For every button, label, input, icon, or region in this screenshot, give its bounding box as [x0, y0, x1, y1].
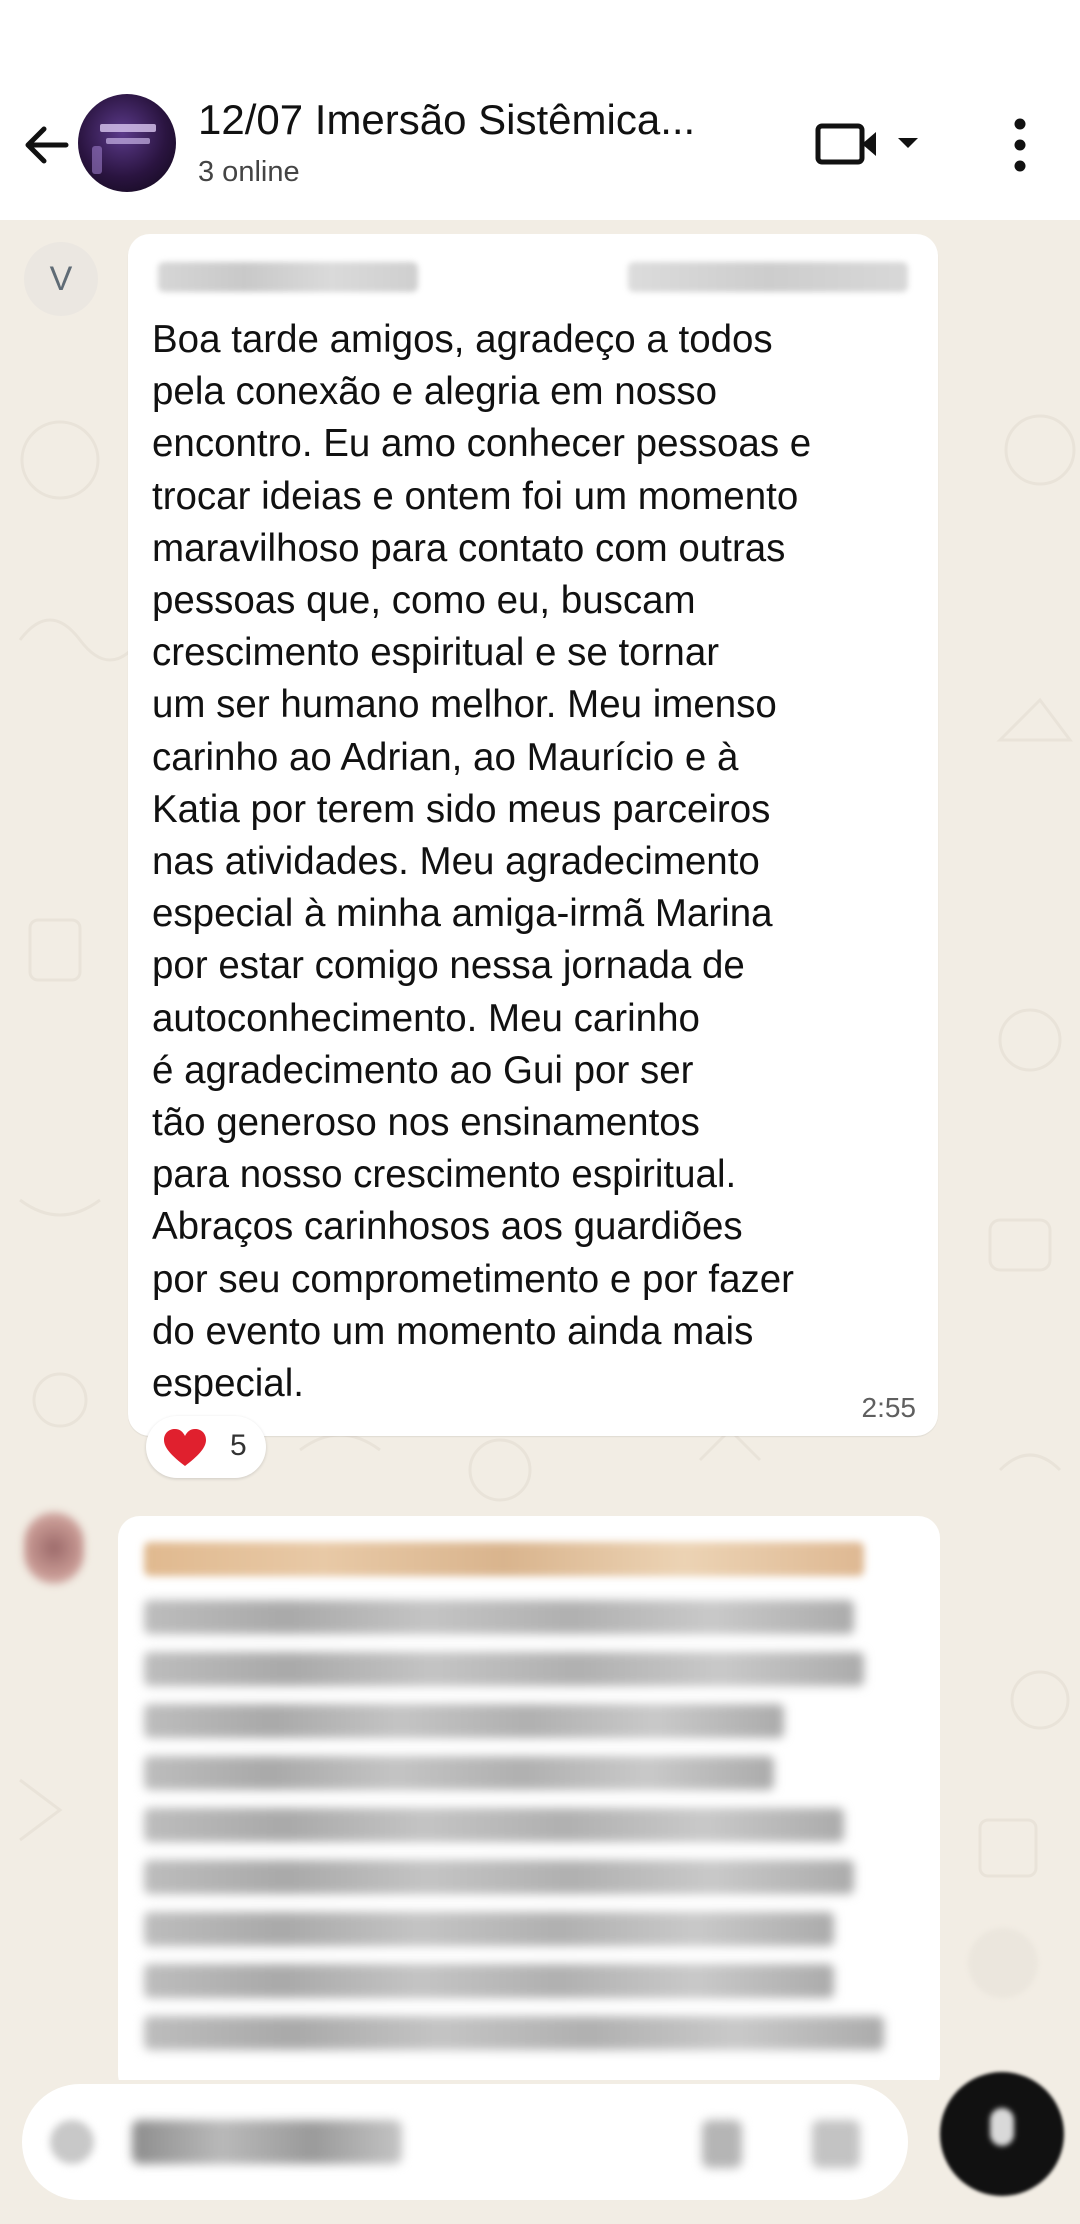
chat-area[interactable]: V Boa tarde amigos, agradeço a todos pel…	[0, 220, 1080, 2080]
message-text: Boa tarde amigos, agradeço a todos pela …	[152, 318, 812, 1406]
message-bubble-redacted[interactable]	[118, 1516, 940, 2080]
camera-icon[interactable]	[812, 2120, 860, 2168]
redacted-sender-name	[144, 1542, 864, 1576]
microphone-icon	[990, 2108, 1014, 2146]
online-status: 3 online	[198, 156, 300, 188]
more-options-button[interactable]	[1000, 112, 1040, 178]
input-placeholder-redacted	[132, 2120, 402, 2164]
back-button[interactable]	[18, 115, 78, 175]
redacted-text-line	[144, 1860, 854, 1894]
redacted-text-line	[144, 1756, 774, 1790]
redacted-text-line	[144, 1964, 834, 1998]
heart-icon	[164, 1429, 206, 1466]
avatar-art	[100, 124, 156, 132]
message-bubble[interactable]: Boa tarde amigos, agradeço a todos pela …	[128, 234, 938, 1436]
status-bar	[0, 0, 1080, 70]
sender-avatar-redacted[interactable]	[24, 1512, 84, 1584]
attach-icon[interactable]	[702, 2120, 742, 2168]
avatar-art	[92, 146, 102, 174]
redacted-sender-name	[158, 262, 418, 292]
sender-avatar[interactable]: V	[24, 242, 98, 316]
emoji-icon[interactable]	[50, 2120, 94, 2164]
reaction-badge[interactable]: 5	[146, 1416, 266, 1478]
chat-header: 12/07 Imersão Sistêmica... 3 online	[0, 70, 1080, 220]
arrow-left-icon	[25, 126, 69, 164]
message-time: 2:55	[861, 1392, 917, 1423]
redacted-text-line	[144, 1704, 784, 1738]
microphone-button[interactable]	[940, 2072, 1064, 2196]
group-avatar[interactable]	[78, 94, 176, 192]
scroll-down-button[interactable]	[968, 1928, 1038, 1998]
redacted-text-line	[144, 1808, 844, 1842]
redacted-text-line	[144, 1600, 854, 1634]
message-input[interactable]	[22, 2084, 908, 2200]
redacted-text-line	[144, 1912, 834, 1946]
input-bar	[0, 2080, 1080, 2224]
avatar-art	[106, 138, 150, 144]
redacted-text-line	[144, 1652, 864, 1686]
chat-title[interactable]: 12/07 Imersão Sistêmica...	[198, 96, 758, 144]
video-camera-icon	[815, 123, 918, 165]
more-vertical-icon	[1014, 118, 1026, 172]
redacted-sender-phone	[628, 262, 908, 292]
reaction-count: 5	[230, 1429, 247, 1462]
redacted-text-line	[144, 2016, 884, 2050]
video-call-button[interactable]	[812, 114, 922, 174]
